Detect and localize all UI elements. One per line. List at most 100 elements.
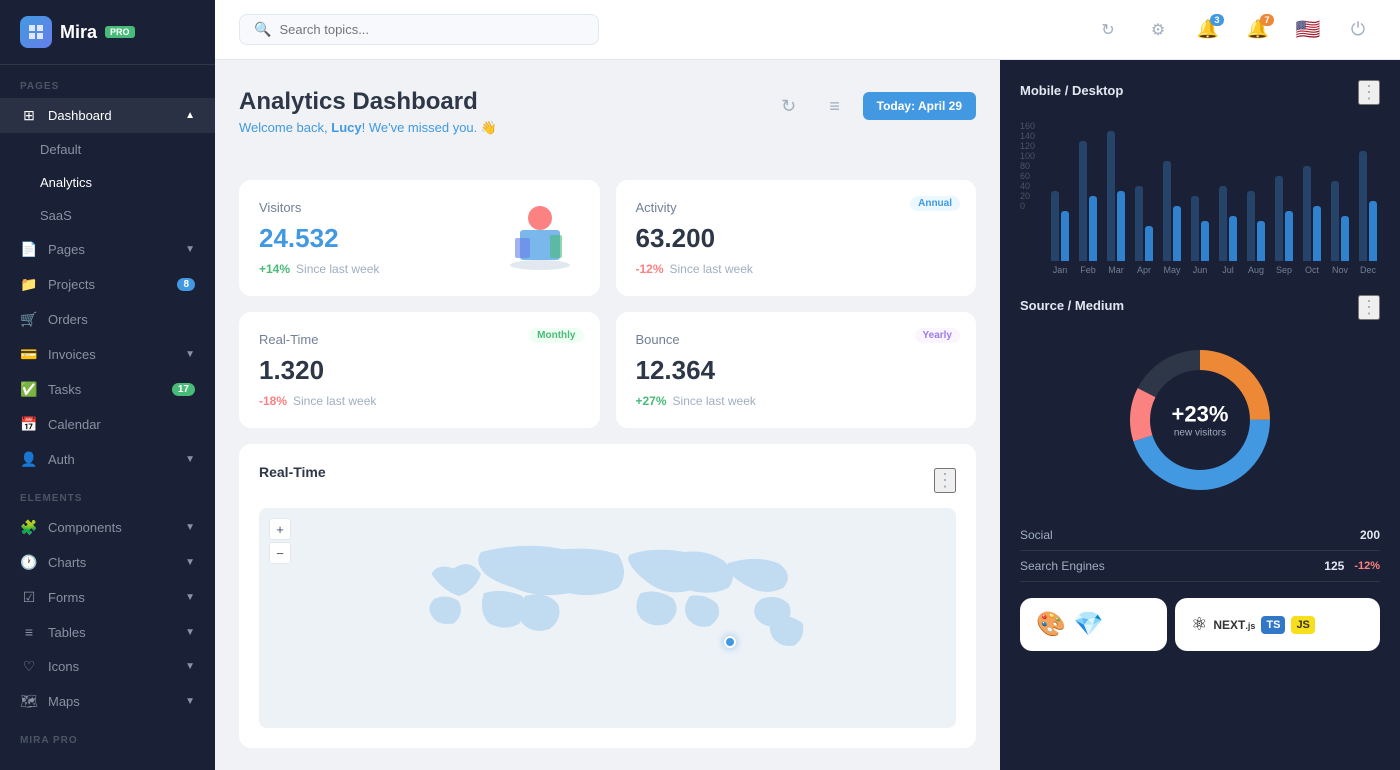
figma-logo: 🎨 [1036,610,1066,639]
sidebar-item-label: Calendar [48,417,101,432]
source-search-name: Search Engines [1020,559,1105,573]
notifications-button[interactable]: 🔔 3 [1190,12,1226,48]
map-card: Real-Time ⋮ + − [239,444,976,748]
pages-icon: 📄 [20,241,38,258]
bar-dark [1285,211,1293,261]
page-header: Analytics Dashboard Welcome back, Lucy! … [239,88,497,136]
visitors-card: Visitors 24.532 +14% Since last week [239,180,600,296]
refresh-button[interactable]: ↻ [1090,12,1126,48]
components-icon: 🧩 [20,519,38,536]
design-tools-card: 🎨 💎 [1020,598,1167,651]
sidebar-item-forms[interactable]: ☑ Forms ▼ [0,580,215,615]
bar-group-aug [1244,121,1268,261]
sidebar-item-auth[interactable]: 👤 Auth ▼ [0,442,215,477]
chevron-icon: ▼ [185,592,195,603]
bar-dark [1145,226,1153,261]
bar-dark [1369,201,1377,261]
source-social-value: 200 [1360,528,1380,542]
bar-label-feb: Feb [1076,265,1100,275]
power-button[interactable]: ⏻ [1340,12,1376,48]
sidebar-item-analytics[interactable]: Analytics [0,166,215,199]
dev-tools-card: ⚛ NEXT.js TS JS [1175,598,1380,651]
header-actions: ↻ ≡ Today: April 29 [771,88,976,124]
sidebar-item-tables[interactable]: ≡ Tables ▼ [0,615,215,649]
bar-label-sep: Sep [1272,265,1296,275]
bounce-change-label: Since last week [673,394,756,408]
tasks-icon: ✅ [20,381,38,398]
sidebar-item-calendar[interactable]: 📅 Calendar [0,407,215,442]
bar-group-apr [1132,121,1156,261]
chevron-icon: ▼ [185,454,195,465]
realtime-change: -18% Since last week [259,394,580,408]
bar-label-apr: Apr [1132,265,1156,275]
mobile-desktop-more-button[interactable]: ⋮ [1358,80,1380,105]
language-button[interactable]: 🇺🇸 [1290,12,1326,48]
page-title: Analytics Dashboard [239,88,497,116]
sidebar-item-dashboard[interactable]: ⊞ Dashboard ▲ [0,98,215,133]
search-input[interactable] [279,22,584,37]
source-medium-title-row: Source / Medium ⋮ [1020,295,1380,320]
source-medium-section: Source / Medium ⋮ [1020,295,1380,582]
sidebar-item-icons[interactable]: ♡ Icons ▼ [0,649,215,684]
date-button[interactable]: Today: April 29 [863,92,976,120]
source-medium-more-button[interactable]: ⋮ [1358,295,1380,320]
sidebar-item-default[interactable]: Default [0,133,215,166]
bar-group-dec [1356,121,1380,261]
header-refresh-btn[interactable]: ↻ [771,88,807,124]
donut-center: +23% new visitors [1172,402,1229,439]
sidebar-item-label: Charts [48,555,86,570]
sidebar-item-projects[interactable]: 📁 Projects 8 [0,267,215,302]
sidebar-item-tasks[interactable]: ✅ Tasks 17 [0,372,215,407]
alerts-button[interactable]: 🔔 7 [1240,12,1276,48]
section-label-mira-pro: MIRA PRO [0,719,215,752]
sidebar-item-components[interactable]: 🧩 Components ▼ [0,510,215,545]
sidebar-item-label: Auth [48,452,75,467]
sidebar-item-pages[interactable]: 📄 Pages ▼ [0,232,215,267]
chevron-icon: ▼ [185,522,195,533]
source-item-search: Search Engines 125 -12% [1020,551,1380,582]
projects-icon: 📁 [20,276,38,293]
forms-icon: ☑ [20,589,38,606]
y-axis: 160140120100806040200 [1020,121,1044,211]
chevron-icon: ▼ [185,244,195,255]
sidebar-item-label: Dashboard [48,108,112,123]
sidebar-item-orders[interactable]: 🛒 Orders [0,302,215,337]
sidebar-item-label: Analytics [40,175,92,190]
bar-light [1079,141,1087,261]
realtime-tag: Monthly [529,328,583,343]
chevron-icon: ▼ [185,627,195,638]
filter-button[interactable]: ⚙ [1140,12,1176,48]
search-wrap[interactable]: 🔍 [239,14,599,45]
source-search-change: -12% [1354,560,1380,572]
bar-light [1247,191,1255,261]
chevron-icon: ▼ [185,696,195,707]
bar-dark [1201,221,1209,261]
sidebar-item-maps[interactable]: 🗺 Maps ▼ [0,684,215,719]
main-area: 🔍 ↻ ⚙ 🔔 3 🔔 7 🇺🇸 ⏻ [215,0,1400,770]
sidebar-item-label: Maps [48,694,80,709]
bar-light [1107,131,1115,261]
sidebar-item-invoices[interactable]: 💳 Invoices ▼ [0,337,215,372]
bar-light [1359,151,1367,261]
header-filter-btn[interactable]: ≡ [817,88,853,124]
sidebar-item-label: Orders [48,312,88,327]
visitors-illustration [490,190,590,270]
activity-change-val: -12% [636,262,664,276]
sidebar-item-saas[interactable]: SaaS [0,199,215,232]
bounce-label: Bounce [636,332,957,347]
bar-group-oct [1300,121,1324,261]
visitors-change-val: +14% [259,262,290,276]
tables-icon: ≡ [20,624,38,640]
sidebar: Mira PRO PAGES ⊞ Dashboard ▲ Default Ana… [0,0,215,770]
source-list: Social 200 Search Engines 125 -12% [1020,520,1380,582]
bar-group-feb [1076,121,1100,261]
alert-count: 7 [1260,14,1274,26]
visitors-change-label: Since last week [296,262,379,276]
charts-icon: 🕐 [20,554,38,571]
sidebar-item-charts[interactable]: 🕐 Charts ▼ [0,545,215,580]
map-more-button[interactable]: ⋮ [934,468,956,493]
activity-change: -12% Since last week [636,262,957,276]
bar-label-jun: Jun [1188,265,1212,275]
bar-dark [1117,191,1125,261]
nextjs-logo: NEXT.js [1213,618,1255,632]
